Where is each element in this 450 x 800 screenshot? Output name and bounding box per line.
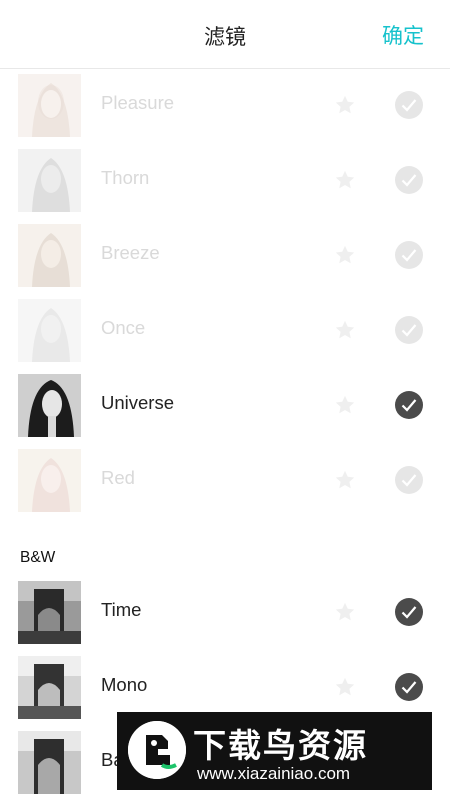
section-title-bw: B&W: [20, 549, 56, 566]
filter-thumbnail: [18, 656, 81, 719]
bird-logo-icon: [128, 721, 186, 779]
watermark-url: www.xiazainiao.com: [197, 764, 351, 783]
filter-label: Red: [101, 467, 135, 488]
filter-row-universe[interactable]: Universe: [0, 368, 450, 443]
select-check-icon[interactable]: [395, 598, 423, 626]
filter-thumbnail: [18, 731, 81, 794]
filter-label: Pleasure: [101, 92, 175, 113]
star-icon[interactable]: [334, 169, 356, 191]
star-icon[interactable]: [334, 601, 356, 623]
star-icon[interactable]: [334, 676, 356, 698]
filter-row-once[interactable]: Once: [0, 293, 450, 368]
star-icon[interactable]: [334, 94, 356, 116]
filter-label: Time: [101, 599, 142, 620]
select-check-icon[interactable]: [395, 466, 423, 494]
filter-row-red[interactable]: Red: [0, 443, 450, 518]
filter-label: Mono: [101, 674, 148, 695]
select-check-icon[interactable]: [395, 391, 423, 419]
filter-row-thorn[interactable]: Thorn: [0, 143, 450, 218]
star-icon[interactable]: [334, 469, 356, 491]
filter-label: Universe: [101, 392, 174, 413]
select-check-icon[interactable]: [395, 241, 423, 269]
filter-thumbnail: [18, 74, 81, 137]
select-check-icon[interactable]: [395, 673, 423, 701]
filter-thumbnail: [18, 374, 81, 437]
filter-thumbnail: [18, 149, 81, 212]
star-icon[interactable]: [334, 244, 356, 266]
top-bar: 滤镜 确定: [0, 0, 450, 69]
select-check-icon[interactable]: [395, 316, 423, 344]
filter-label: Breeze: [101, 242, 160, 263]
filter-label: Once: [101, 317, 146, 338]
star-icon[interactable]: [334, 394, 356, 416]
select-check-icon[interactable]: [395, 91, 423, 119]
select-check-icon[interactable]: [395, 166, 423, 194]
filter-thumbnail: [18, 299, 81, 362]
filter-row-breeze[interactable]: Breeze: [0, 218, 450, 293]
watermark-banner: 下载鸟资源 www.xiazainiao.com: [117, 712, 432, 790]
filter-label: Thorn: [101, 167, 150, 188]
filter-thumbnail: [18, 224, 81, 287]
filter-row-pleasure[interactable]: Pleasure: [0, 68, 450, 143]
star-icon[interactable]: [334, 319, 356, 341]
filter-thumbnail: [18, 449, 81, 512]
watermark-title: 下载鸟资源: [193, 726, 368, 765]
filter-row-time[interactable]: Time: [0, 575, 450, 650]
filter-thumbnail: [18, 581, 81, 644]
confirm-button[interactable]: 确定: [382, 20, 424, 50]
